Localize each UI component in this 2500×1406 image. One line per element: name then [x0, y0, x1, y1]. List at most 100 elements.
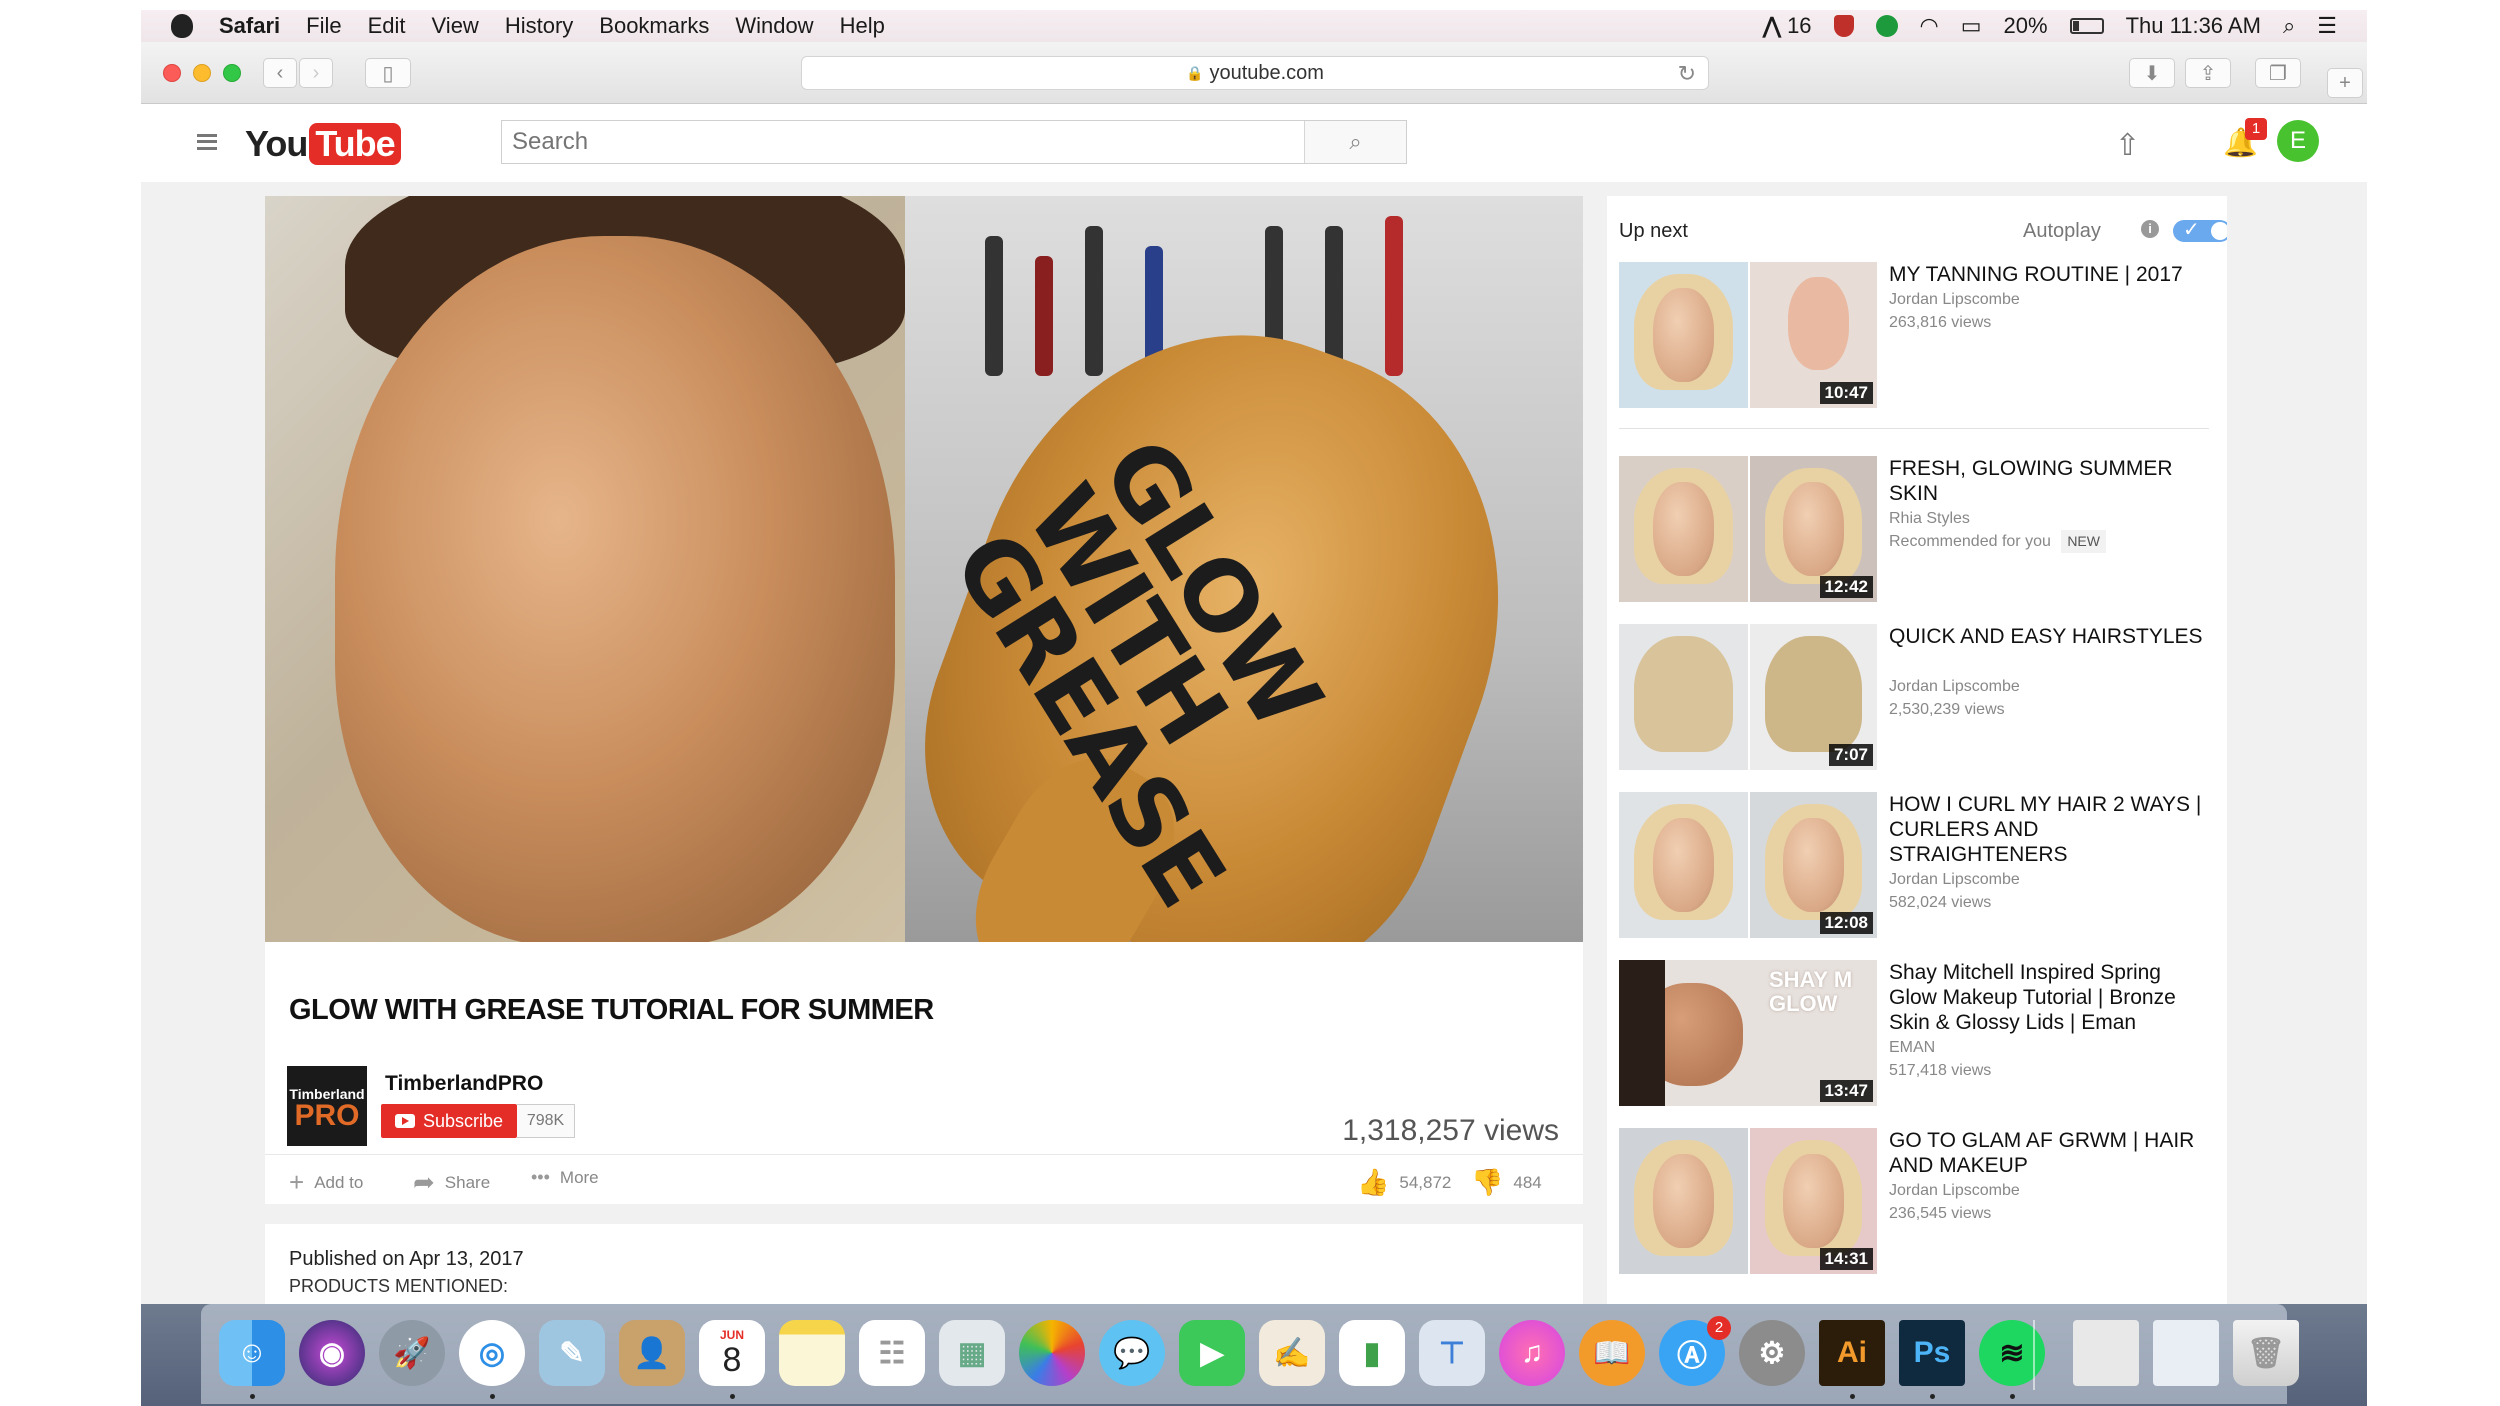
menu-icon[interactable] [197, 134, 217, 150]
video-thumbnail[interactable]: SHAY M GLOW 13:47 [1619, 960, 1877, 1106]
channel-name[interactable]: Jordan Lipscombe [1889, 1179, 2020, 1202]
sidebar-toggle-button[interactable]: ▯ [365, 58, 411, 88]
trash-icon[interactable]: 🗑 [2233, 1320, 2299, 1386]
reload-icon[interactable]: ↻ [1678, 61, 1696, 87]
up-next-video[interactable]: 12:42 FRESH, GLOWING SUMMER SKIN Rhia St… [1619, 456, 2209, 602]
airplay-icon[interactable]: ▭ [1961, 13, 1982, 39]
video-title[interactable]: HOW I CURL MY HAIR 2 WAYS | CURLERS AND … [1889, 792, 2209, 867]
more-button[interactable]: ••• More [531, 1167, 599, 1188]
apple-icon[interactable] [171, 14, 193, 38]
siri-icon[interactable]: ◉ [299, 1320, 365, 1386]
thumbnail-hair [1765, 635, 1862, 753]
channel-name[interactable]: Jordan Lipscombe [1889, 868, 2020, 891]
numbers-icon[interactable]: ▮ [1339, 1320, 1405, 1386]
keynote-icon[interactable]: ⊤ [1419, 1320, 1485, 1386]
notification-center-icon[interactable]: ☰ [2317, 13, 2337, 39]
video-title[interactable]: GO TO GLAM AF GRWM | HAIR AND MAKEUP [1889, 1128, 2209, 1178]
facetime-icon[interactable]: ▶ [1179, 1320, 1245, 1386]
dislike-button[interactable]: 👎 484 [1471, 1167, 1542, 1198]
video-thumbnail[interactable]: 10:47 [1619, 262, 1877, 408]
battery-percent[interactable]: 20% [2004, 13, 2048, 39]
up-next-video[interactable]: SHAY M GLOW 13:47 Shay Mitchell Inspired… [1619, 960, 2209, 1106]
video-thumbnail[interactable]: 14:31 [1619, 1128, 1877, 1274]
menu-history[interactable]: History [505, 13, 573, 39]
thumbnail-face [1652, 482, 1715, 576]
spotify-icon[interactable]: ≋ [1979, 1320, 2045, 1386]
messages-icon[interactable]: 💬 [1099, 1320, 1165, 1386]
up-next-video[interactable]: 7:07 QUICK AND EASY HAIRSTYLES Jordan Li… [1619, 624, 2209, 770]
illustrator-document-icon[interactable] [2073, 1320, 2139, 1386]
minimize-window-button[interactable] [193, 64, 211, 82]
reminders-icon[interactable]: ☷ [859, 1320, 925, 1386]
up-next-video[interactable]: 14:31 GO TO GLAM AF GRWM | HAIR AND MAKE… [1619, 1128, 2209, 1274]
photos-icon[interactable] [1019, 1320, 1085, 1386]
tabs-overview-button[interactable]: ❐ [2255, 58, 2301, 88]
forward-button[interactable]: › [299, 58, 333, 88]
video-thumbnail[interactable]: 12:08 [1619, 792, 1877, 938]
menu-file[interactable]: File [306, 13, 341, 39]
menu-help[interactable]: Help [840, 13, 885, 39]
spotlight-icon[interactable]: ⌕ [2283, 13, 2295, 39]
video-thumbnail[interactable]: 12:42 [1619, 456, 1877, 602]
like-button[interactable]: 👍 54,872 [1357, 1167, 1451, 1198]
downloads-stack-icon[interactable] [2153, 1320, 2219, 1386]
channel-logo[interactable]: Timberland PRO [287, 1066, 367, 1146]
menu-edit[interactable]: Edit [368, 13, 406, 39]
video-thumbnail[interactable]: 7:07 [1619, 624, 1877, 770]
clock[interactable]: Thu 11:36 AM [2126, 13, 2261, 39]
launchpad-icon[interactable]: 🚀 [379, 1320, 445, 1386]
back-button[interactable]: ‹ [263, 58, 297, 88]
preview-icon[interactable]: ✎ [539, 1320, 605, 1386]
screen: Safari File Edit View History Bookmarks … [141, 0, 2367, 1406]
shield-icon[interactable] [1833, 15, 1854, 37]
new-tab-button[interactable]: + [2327, 68, 2363, 98]
zoom-window-button[interactable] [223, 64, 241, 82]
notes-icon[interactable] [779, 1320, 845, 1386]
illustrator-icon[interactable]: Ai [1819, 1320, 1885, 1386]
calendar-icon[interactable]: JUN 8 [699, 1320, 765, 1386]
autoplay-toggle[interactable]: ✓ [2173, 219, 2227, 242]
subscribe-button[interactable]: Subscribe [381, 1104, 517, 1138]
finder-icon[interactable]: ☺ [219, 1320, 285, 1386]
image-capture-icon[interactable]: ▦ [939, 1320, 1005, 1386]
up-next-video[interactable]: 12:08 HOW I CURL MY HAIR 2 WAYS | CURLER… [1619, 792, 2209, 938]
share-button[interactable]: ⇪ [2185, 58, 2231, 88]
video-title[interactable]: MY TANNING ROUTINE | 2017 [1889, 262, 2209, 287]
photoshop-icon[interactable]: Ps [1899, 1320, 1965, 1386]
search-button[interactable]: ⌕ [1304, 121, 1406, 163]
video-player[interactable]: GLOW WITH GREASE [265, 196, 1583, 942]
ibooks-icon[interactable]: 📖 [1579, 1320, 1645, 1386]
downloads-button[interactable]: ⬇ [2129, 58, 2175, 88]
skype-icon[interactable] [1875, 15, 1898, 37]
menu-bookmarks[interactable]: Bookmarks [599, 13, 709, 39]
wifi-icon[interactable]: ◠ [1920, 13, 1939, 39]
close-window-button[interactable] [163, 64, 181, 82]
address-bar[interactable]: 🔒 youtube.com ↻ [801, 56, 1709, 90]
textedit-icon[interactable]: ✍ [1259, 1320, 1325, 1386]
channel-name[interactable]: EMAN [1889, 1036, 1935, 1059]
add-to-button[interactable]: + Add to [289, 1167, 363, 1198]
channel-name[interactable]: Jordan Lipscombe [1889, 288, 2020, 311]
video-title[interactable]: Shay Mitchell Inspired Spring Glow Makeu… [1889, 960, 2209, 1035]
avatar[interactable]: E [2277, 120, 2319, 162]
menu-window[interactable]: Window [735, 13, 813, 39]
safari-icon[interactable]: ◎ [459, 1320, 525, 1386]
channel-name[interactable]: Rhia Styles [1889, 507, 1970, 530]
menu-view[interactable]: View [432, 13, 479, 39]
video-title[interactable]: FRESH, GLOWING SUMMER SKIN [1889, 456, 2209, 506]
view-count: 582,024 views [1889, 894, 1992, 911]
system-preferences-icon[interactable]: ⚙ [1739, 1320, 1805, 1386]
search-input[interactable] [502, 121, 1304, 163]
itunes-icon[interactable]: ♫ [1499, 1320, 1565, 1386]
up-next-video[interactable]: 10:47 MY TANNING ROUTINE | 2017 Jordan L… [1619, 262, 2209, 408]
channel-name[interactable]: Jordan Lipscombe [1889, 675, 2020, 698]
info-icon[interactable]: i [2141, 220, 2159, 238]
status-app-indicator[interactable]: ⋀ 16 [1763, 13, 1812, 39]
channel-name[interactable]: TimberlandPRO [385, 1072, 543, 1096]
video-title[interactable]: QUICK AND EASY HAIRSTYLES [1889, 624, 2209, 649]
youtube-logo[interactable]: You Tube [245, 122, 401, 166]
share-video-button[interactable]: ➦ Share [413, 1167, 490, 1198]
contacts-icon[interactable]: 👤 [619, 1320, 685, 1386]
menu-app-name[interactable]: Safari [219, 13, 280, 39]
upload-icon[interactable]: ⇧ [2115, 128, 2140, 163]
